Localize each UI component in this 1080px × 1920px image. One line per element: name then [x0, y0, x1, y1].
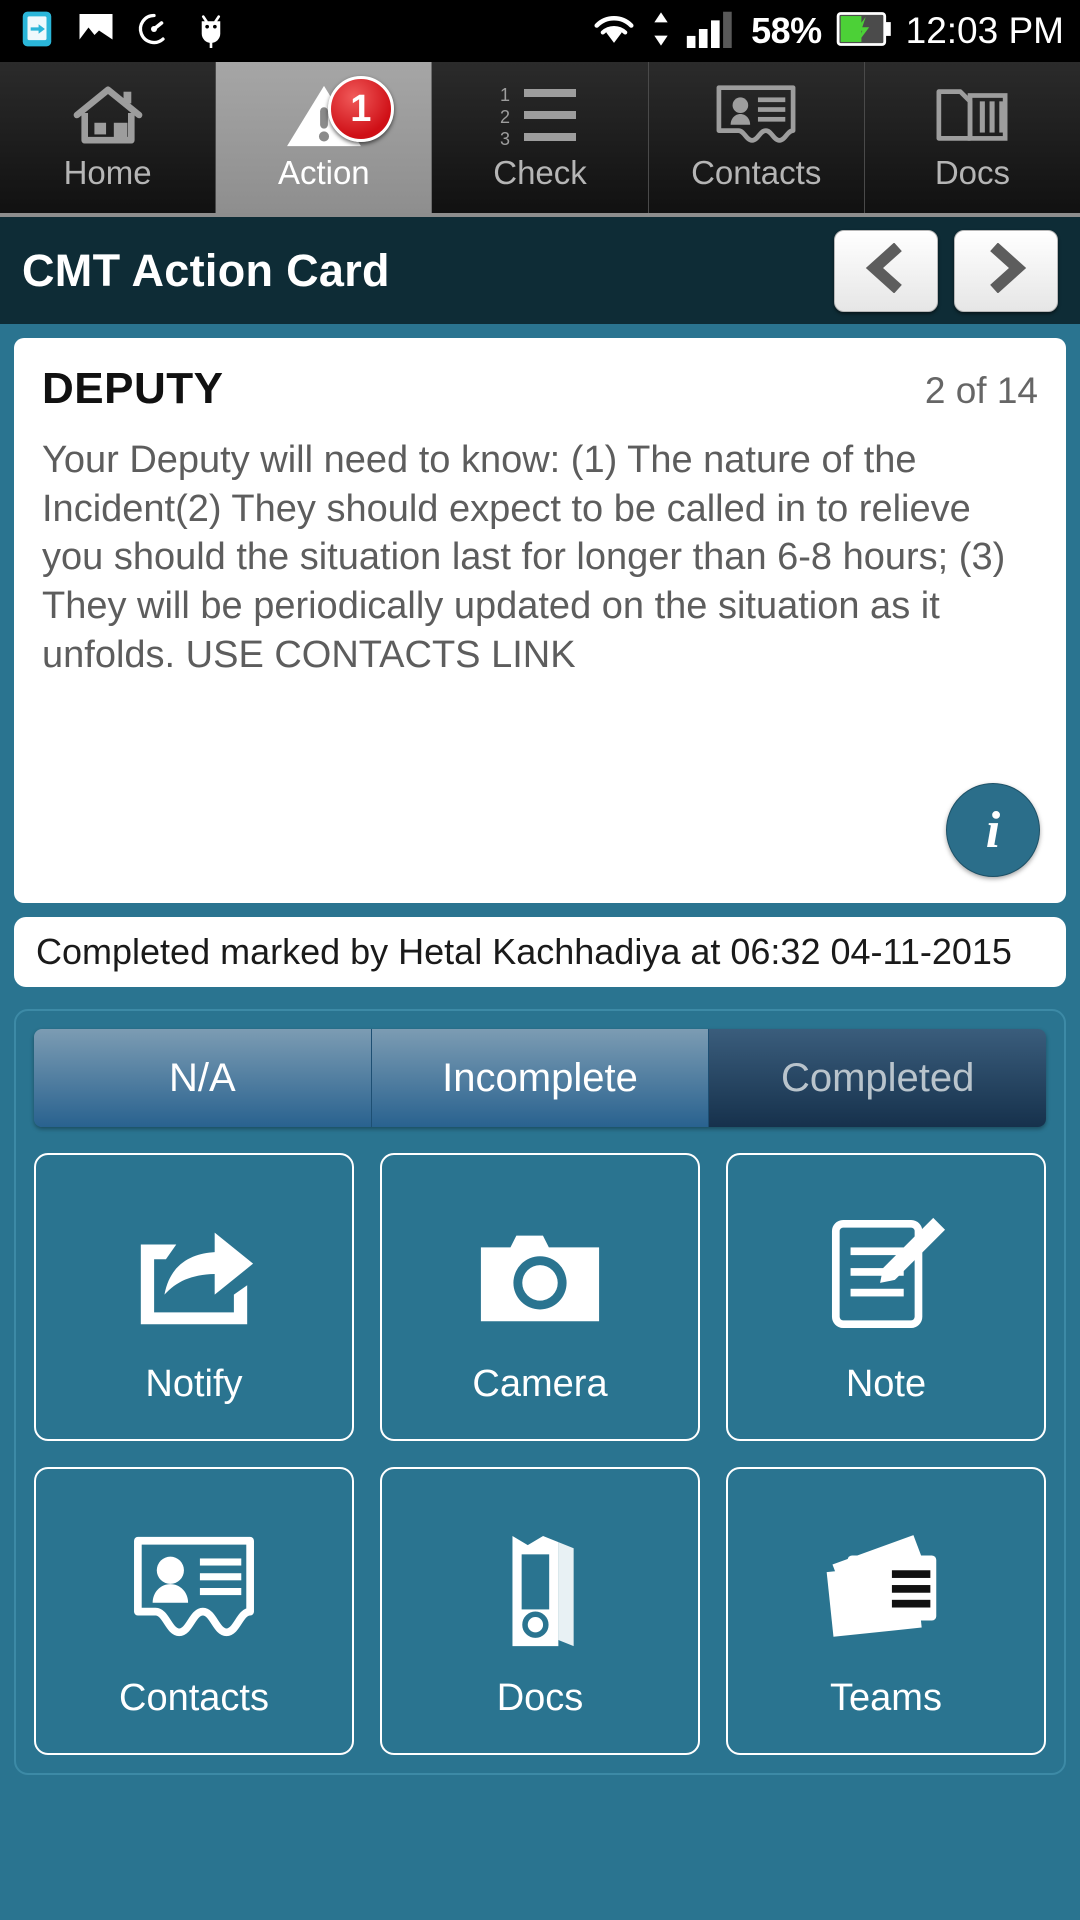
status-option-completed-label: Completed: [780, 1055, 975, 1100]
tab-docs-label: Docs: [934, 154, 1010, 191]
action-card: DEPUTY 2 of 14 Your Deputy will need to …: [14, 338, 1066, 903]
tab-check[interactable]: 12 3 Check: [432, 62, 649, 213]
status-option-incomplete[interactable]: Incomplete: [371, 1029, 710, 1127]
tile-notify[interactable]: Notify: [34, 1153, 354, 1441]
completion-status-strip: Completed marked by Hetal Kachhadiya at …: [14, 917, 1066, 987]
action-card-header: DEPUTY 2 of 14: [42, 364, 1038, 414]
warning-triangle-icon: 1: [282, 76, 394, 152]
wifi-icon: [591, 10, 637, 53]
previous-card-button[interactable]: [834, 229, 938, 312]
battery-percentage: 58%: [751, 10, 822, 51]
camera-icon: [475, 1189, 605, 1359]
home-icon: [69, 78, 147, 152]
tab-action[interactable]: 1 Action: [216, 62, 433, 213]
action-card-body-text: Your Deputy will need to know: (1) The n…: [42, 439, 1006, 676]
image-icon: [78, 12, 114, 51]
action-badge-count: 1: [327, 76, 394, 142]
status-option-incomplete-label: Incomplete: [442, 1055, 638, 1100]
next-card-button[interactable]: [954, 229, 1058, 312]
binder-icon: [488, 1503, 592, 1673]
svg-text:3: 3: [500, 129, 510, 147]
tab-check-label: Check: [493, 154, 587, 191]
status-bar-left-icons: [18, 10, 228, 53]
tile-contacts[interactable]: Contacts: [34, 1467, 354, 1755]
share-arrow-icon: [129, 1189, 259, 1359]
battery-charging-icon: [836, 10, 892, 53]
status-bar-right-icons: 58% 12:03 PM: [591, 10, 1064, 53]
tab-home-label: Home: [63, 154, 152, 191]
tab-action-label: Action: [277, 154, 370, 191]
status-option-na[interactable]: N/A: [34, 1029, 372, 1127]
card-content-area: DEPUTY 2 of 14 Your Deputy will need to …: [0, 324, 1080, 987]
action-tiles-grid: Notify Camera Note Contacts Docs Teams: [34, 1153, 1046, 1755]
status-option-na-label: N/A: [168, 1055, 236, 1100]
clock-time: 12:03 PM: [905, 10, 1064, 51]
tile-teams[interactable]: Teams: [726, 1467, 1046, 1755]
tile-teams-label: Teams: [830, 1676, 942, 1719]
action-card-title: DEPUTY: [42, 364, 224, 413]
tile-camera-label: Camera: [472, 1362, 608, 1405]
teams-cards-icon: [818, 1503, 954, 1673]
chevron-left-icon: [860, 242, 912, 298]
svg-text:1: 1: [500, 85, 510, 105]
speedometer-icon: [136, 11, 172, 52]
info-glyph: i: [985, 801, 1001, 859]
page-title: CMT Action Card: [22, 244, 390, 296]
tab-contacts[interactable]: Contacts: [648, 62, 865, 213]
note-pen-icon: [824, 1189, 948, 1359]
tab-docs[interactable]: Docs: [864, 62, 1080, 213]
tile-docs[interactable]: Docs: [380, 1467, 700, 1755]
tile-docs-label: Docs: [496, 1676, 584, 1719]
documents-icon: [933, 78, 1011, 152]
app-screen: 58% 12:03 PM Home 1 Action 123 Check Con…: [0, 0, 1080, 1920]
signal-icon: [685, 10, 737, 53]
android-debug-icon: [194, 10, 228, 53]
tile-note[interactable]: Note: [726, 1153, 1046, 1441]
completion-status-text: Completed marked by Hetal Kachhadiya at …: [36, 931, 1012, 972]
chevron-right-icon: [980, 242, 1032, 298]
screen-share-icon: [18, 10, 56, 53]
contact-card-icon: [715, 78, 797, 152]
main-tab-bar: Home 1 Action 123 Check Contacts Docs: [0, 62, 1080, 217]
action-panel: N/A Incomplete Completed Notify Camera N…: [14, 1009, 1066, 1775]
info-icon[interactable]: i: [946, 783, 1040, 877]
status-option-completed[interactable]: Completed: [709, 1029, 1046, 1127]
page-header: CMT Action Card: [0, 217, 1080, 324]
tab-home[interactable]: Home: [0, 62, 217, 213]
numbered-list-icon: 12 3: [500, 78, 580, 152]
svg-text:2: 2: [500, 107, 510, 127]
tab-contacts-label: Contacts: [691, 154, 822, 191]
data-transfer-icon: [651, 10, 671, 53]
action-card-counter: 2 of 14: [924, 370, 1038, 411]
contact-card-icon: [129, 1503, 259, 1673]
status-segmented-control: N/A Incomplete Completed: [34, 1029, 1046, 1127]
tile-camera[interactable]: Camera: [380, 1153, 700, 1441]
tile-notify-label: Notify: [145, 1362, 243, 1405]
card-navigation: [834, 229, 1058, 312]
status-bar: 58% 12:03 PM: [0, 0, 1080, 62]
tile-note-label: Note: [845, 1362, 927, 1405]
tile-contacts-label: Contacts: [119, 1676, 269, 1719]
